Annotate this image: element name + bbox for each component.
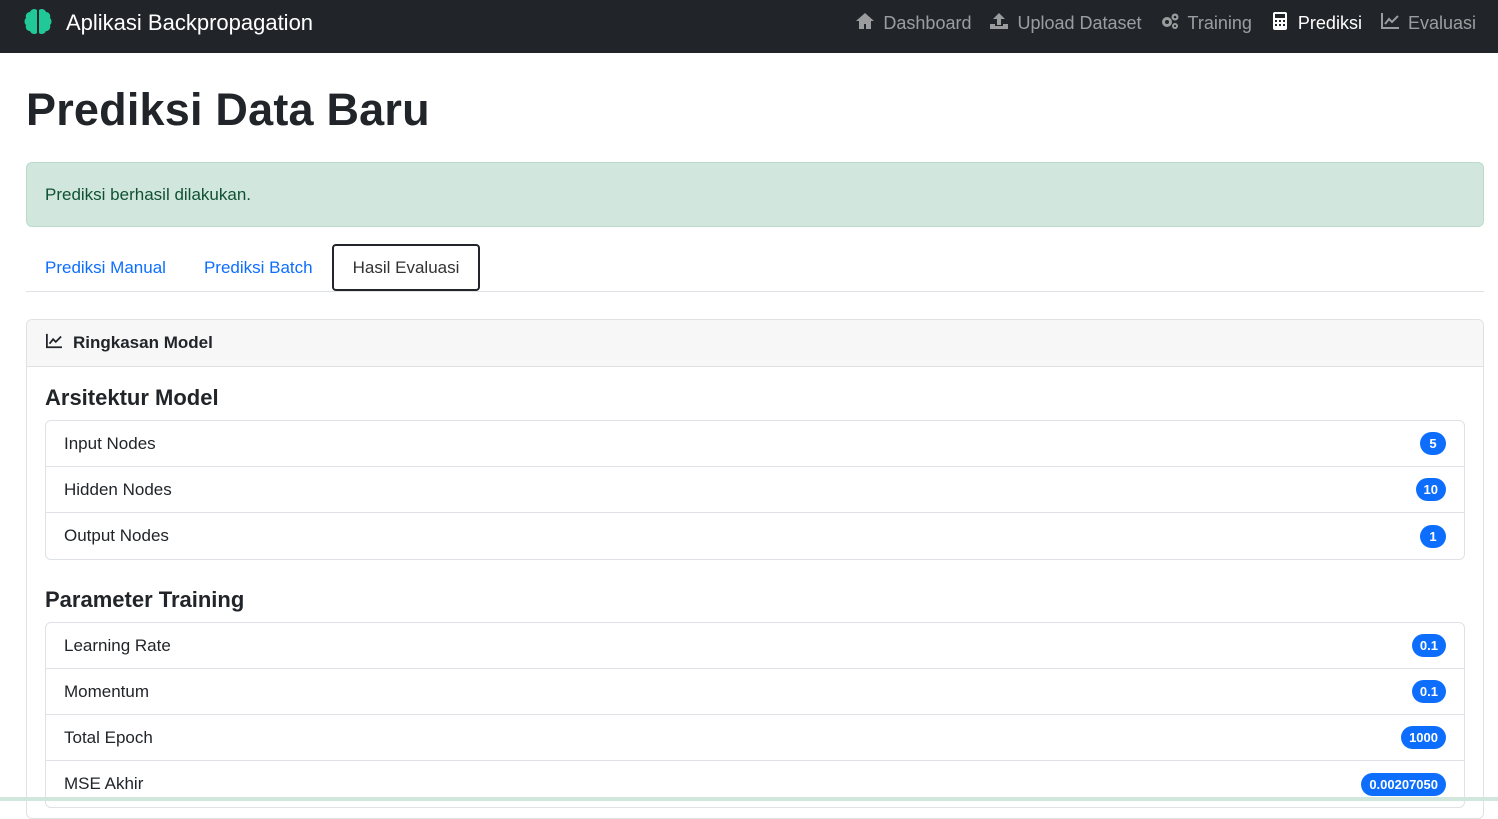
chart-line-icon — [1380, 12, 1400, 35]
value-badge: 1000 — [1401, 726, 1446, 749]
list-item-label: Total Epoch — [64, 727, 153, 747]
nav-training-label: Training — [1187, 12, 1252, 33]
value-badge: 5 — [1420, 432, 1446, 455]
tab-bar: Prediksi Manual Prediksi Batch Hasil Eva… — [26, 244, 1484, 292]
list-item: Momentum 0.1 — [46, 669, 1464, 715]
value-badge: 0.00207050 — [1361, 772, 1446, 796]
chart-line-icon — [45, 333, 63, 354]
list-item-label: Output Nodes — [64, 526, 169, 545]
list-item-label: Hidden Nodes — [64, 479, 172, 499]
brain-icon — [24, 8, 52, 39]
brand-title: Aplikasi Backpropagation — [66, 10, 314, 35]
list-item-label: Input Nodes — [64, 433, 156, 453]
home-icon — [855, 12, 875, 35]
nav-dashboard-label: Dashboard — [883, 12, 972, 33]
list-item: Hidden Nodes 10 — [46, 467, 1464, 513]
nav-evaluasi-label: Evaluasi — [1407, 12, 1476, 33]
architecture-title: Arsitektur Model — [45, 385, 219, 410]
list-item-label: Momentum — [64, 681, 150, 701]
value-badge: 0.1 — [1411, 680, 1446, 703]
brand[interactable]: Aplikasi Backpropagation — [24, 0, 313, 46]
card-header: Ringkasan Model — [27, 320, 1483, 367]
list-item: Output Nodes 1 — [46, 513, 1464, 559]
training-title: Parameter Training — [45, 587, 245, 612]
alert-message: Prediksi berhasil dilakukan. — [45, 185, 251, 204]
nav-training[interactable]: Training — [1160, 12, 1252, 35]
nav-links: Dashboard Upload Dataset Training Predik… — [855, 0, 1476, 46]
success-alert: Prediksi berhasil dilakukan. — [26, 162, 1484, 227]
list-item-label: MSE Akhir — [64, 774, 144, 793]
nav-evaluasi[interactable]: Evaluasi — [1380, 12, 1476, 35]
nav-upload-label: Upload Dataset — [1017, 12, 1142, 33]
nav-upload-dataset[interactable]: Upload Dataset — [989, 12, 1142, 35]
tab-hasil-evaluasi[interactable]: Hasil Evaluasi — [331, 244, 481, 291]
model-summary-card: Ringkasan Model Arsitektur Model Input N… — [26, 319, 1484, 819]
bottom-alert-strip — [0, 797, 1498, 801]
navbar: Aplikasi Backpropagation Dashboard Uploa… — [0, 0, 1498, 53]
nav-dashboard[interactable]: Dashboard — [855, 12, 971, 35]
list-item: Input Nodes 5 — [46, 421, 1464, 467]
page-title: Prediksi Data Baru — [26, 84, 430, 135]
value-badge: 0.1 — [1411, 634, 1446, 657]
value-badge: 1 — [1420, 524, 1446, 548]
calculator-icon — [1270, 11, 1290, 35]
tab-prediksi-manual[interactable]: Prediksi Manual — [26, 244, 185, 291]
nav-prediksi[interactable]: Prediksi — [1270, 11, 1362, 35]
upload-icon — [989, 12, 1009, 35]
card-header-title: Ringkasan Model — [73, 333, 213, 352]
value-badge: 10 — [1415, 478, 1446, 501]
list-item: Learning Rate 0.1 — [46, 623, 1464, 669]
architecture-list: Input Nodes 5 Hidden Nodes 10 Output Nod… — [45, 420, 1465, 560]
list-item-label: Learning Rate — [64, 635, 171, 655]
gears-icon — [1160, 12, 1180, 35]
nav-prediksi-label: Prediksi — [1297, 12, 1362, 33]
training-list: Learning Rate 0.1 Momentum 0.1 Total Epo… — [45, 622, 1465, 808]
list-item: Total Epoch 1000 — [46, 715, 1464, 761]
tab-prediksi-batch[interactable]: Prediksi Batch — [185, 244, 332, 291]
